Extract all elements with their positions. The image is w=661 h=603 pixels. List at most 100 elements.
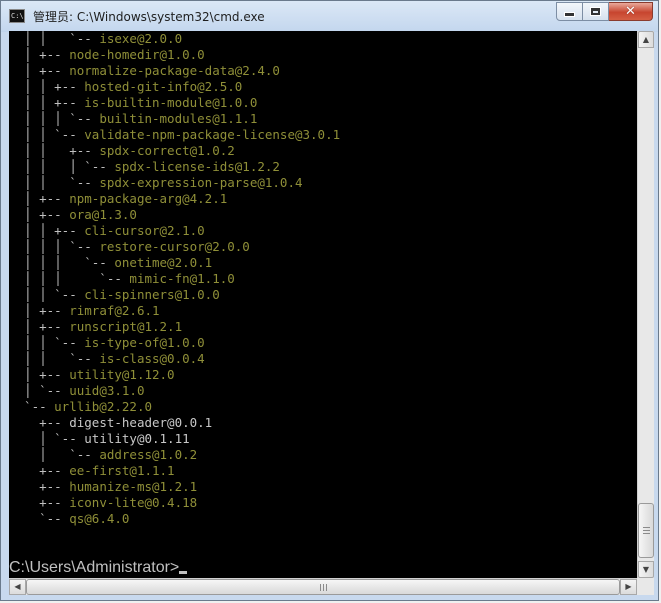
package-name: runscript@1.2.1 (69, 319, 183, 334)
console-line: │ │ `-- cli-spinners@1.0.0 (9, 287, 637, 303)
tree-branch: │ +-- (9, 319, 70, 334)
console-line: │ │ │ `-- restore-cursor@2.0.0 (9, 239, 637, 255)
package-name: ee-first@1.1.1 (69, 463, 175, 478)
scroll-left-button[interactable]: ◀ (9, 579, 26, 595)
text-cursor (179, 571, 188, 574)
console-line: +-- digest-header@0.0.1 (9, 415, 637, 431)
scroll-up-icon: ▲ (642, 35, 650, 44)
package-name: cli-cursor@2.1.0 (84, 223, 205, 238)
minimize-button[interactable] (556, 2, 583, 21)
grip-line (643, 527, 650, 528)
package-name: node-homedir@1.0.0 (69, 47, 205, 62)
tree-branch: `-- (9, 511, 70, 526)
console-lines: │ │ `-- isexe@2.0.0 │ +-- node-homedir@1… (9, 31, 637, 559)
tree-branch: │ │ `-- (9, 287, 85, 302)
package-name: npm-package-arg@4.2.1 (69, 191, 228, 206)
console-line: │ +-- ora@1.3.0 (9, 207, 637, 223)
scroll-down-button[interactable]: ▼ (638, 561, 654, 578)
package-name: humanize-ms@1.2.1 (69, 479, 198, 494)
tree-branch: │ │ +-- (9, 95, 85, 110)
package-name: address@1.0.2 (99, 447, 198, 462)
console-line: │ `-- utility@0.1.11 (9, 431, 637, 447)
console-line: │ │ │ `-- onetime@2.0.1 (9, 255, 637, 271)
tree-branch: │ │ `-- (9, 351, 100, 366)
console-line: │ `-- uuid@3.1.0 (9, 383, 637, 399)
console-line: │ │ `-- is-type-of@1.0.0 (9, 335, 637, 351)
console-line: │ │ +-- spdx-correct@1.0.2 (9, 143, 637, 159)
tree-branch: │ │ │ `-- (9, 239, 100, 254)
title-bar[interactable]: C:\ 管理员: C:\Windows\system32\cmd.exe ✕ (1, 1, 658, 31)
console-line: │ +-- normalize-package-data@2.4.0 (9, 63, 637, 79)
vertical-scrollbar[interactable]: ▲ ▼ (637, 31, 654, 578)
tree-branch: │ `-- (9, 431, 85, 446)
package-name: ora@1.3.0 (69, 207, 137, 222)
tree-branch: │ `-- (9, 383, 70, 398)
package-name: onetime@2.0.1 (114, 255, 213, 270)
console-line: +-- iconv-lite@0.4.18 (9, 495, 637, 511)
package-name: spdx-expression-parse@1.0.4 (99, 175, 303, 190)
package-name: urllib@2.22.0 (54, 399, 152, 414)
tree-branch: │ │ +-- (9, 79, 85, 94)
package-name: validate-npm-package-license@3.0.1 (84, 127, 341, 142)
horizontal-scrollbar[interactable]: ◀ ▶ (9, 578, 637, 595)
tree-branch: +-- (9, 479, 70, 494)
console-line: │ +-- utility@1.12.0 (9, 367, 637, 383)
tree-branch: │ │ +-- (9, 223, 85, 238)
package-name: utility@0.1.11 (84, 431, 190, 446)
scroll-right-icon: ▶ (625, 582, 632, 591)
console-line: │ +-- runscript@1.2.1 (9, 319, 637, 335)
console-line: │ │ `-- spdx-expression-parse@1.0.4 (9, 175, 637, 191)
window-title: 管理员: C:\Windows\system32\cmd.exe (33, 10, 265, 24)
package-name: spdx-license-ids@1.2.2 (114, 159, 280, 174)
tree-branch: │ │ +-- (9, 143, 100, 158)
package-name: builtin-modules@1.1.1 (99, 111, 258, 126)
package-name: hosted-git-info@2.5.0 (84, 79, 243, 94)
grip-line (323, 584, 324, 591)
vertical-scroll-thumb[interactable] (638, 503, 654, 558)
console-output[interactable]: │ │ `-- isexe@2.0.0 │ +-- node-homedir@1… (9, 31, 637, 578)
maximize-button[interactable] (583, 2, 609, 21)
tree-branch: `-- (9, 399, 55, 414)
tree-branch: +-- (9, 415, 70, 430)
minimize-icon (564, 12, 575, 17)
tree-branch: │ │ │ `-- (9, 111, 100, 126)
cmd-icon[interactable]: C:\ (9, 9, 25, 23)
tree-branch: │ │ │ `-- (9, 159, 115, 174)
tree-branch: │ │ │ `-- (9, 271, 130, 286)
grip-line (643, 533, 650, 534)
package-name: normalize-package-data@2.4.0 (69, 63, 280, 78)
package-name: restore-cursor@2.0.0 (99, 239, 250, 254)
package-name: qs@6.4.0 (69, 511, 130, 526)
package-name: uuid@3.1.0 (69, 383, 145, 398)
package-name: cli-spinners@1.0.0 (84, 287, 220, 302)
console-line: │ │ │ `-- builtin-modules@1.1.1 (9, 111, 637, 127)
prompt-line[interactable]: C:\Users\Administrator> (9, 559, 637, 576)
console-line: │ │ │ `-- spdx-license-ids@1.2.2 (9, 159, 637, 175)
console-line: │ │ +-- cli-cursor@2.1.0 (9, 223, 637, 239)
package-name: digest-header@0.0.1 (69, 415, 213, 430)
grip-line (326, 584, 327, 591)
close-button[interactable]: ✕ (609, 2, 653, 21)
tree-branch: │ +-- (9, 191, 70, 206)
console-line: │ │ │ `-- mimic-fn@1.1.0 (9, 271, 637, 287)
console-line: │ +-- npm-package-arg@4.2.1 (9, 191, 637, 207)
package-name: mimic-fn@1.1.0 (129, 271, 235, 286)
console-line: │ │ `-- is-class@0.0.4 (9, 351, 637, 367)
tree-branch: │ +-- (9, 367, 70, 382)
console-line: +-- humanize-ms@1.2.1 (9, 479, 637, 495)
horizontal-scroll-thumb[interactable] (26, 579, 620, 595)
scroll-right-button[interactable]: ▶ (620, 579, 637, 595)
tree-branch: +-- (9, 495, 70, 510)
tree-branch: │ +-- (9, 47, 70, 62)
tree-branch: │ +-- (9, 207, 70, 222)
console-line: │ │ +-- is-builtin-module@1.0.0 (9, 95, 637, 111)
tree-branch: +-- (9, 463, 70, 478)
scroll-up-button[interactable]: ▲ (638, 31, 654, 48)
tree-branch: │ +-- (9, 63, 70, 78)
package-name: is-type-of@1.0.0 (84, 335, 205, 350)
console-line: │ `-- address@1.0.2 (9, 447, 637, 463)
scrollbar-corner (637, 578, 654, 595)
close-icon: ✕ (625, 4, 636, 19)
